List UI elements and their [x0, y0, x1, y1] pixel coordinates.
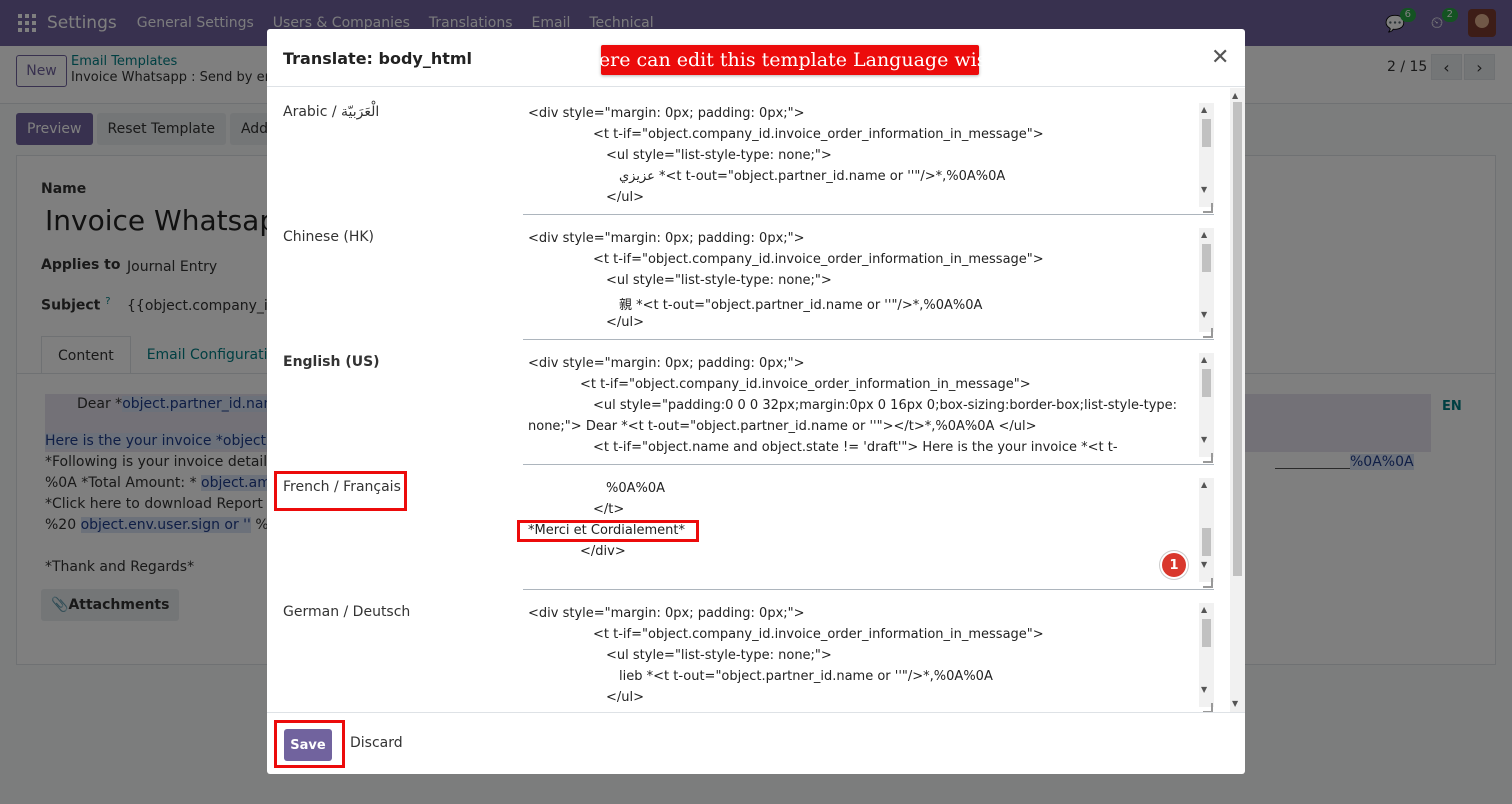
code-line: </div>: [580, 544, 626, 559]
translation-field-chinese-hk[interactable]: <div style="margin: 0px; padding: 0px;">…: [523, 228, 1214, 340]
code-line: عزيزي *<t t-out="object.partner_id.name …: [619, 169, 1006, 184]
translate-dialog: Translate: body_html Here can edit this …: [267, 29, 1245, 774]
field-scrollbar[interactable]: ▲ ▼: [1199, 353, 1214, 457]
resize-handle-icon[interactable]: [1203, 703, 1213, 712]
code-line: </ul>: [606, 690, 645, 705]
dialog-header: Translate: body_html Here can edit this …: [267, 29, 1245, 87]
code-line: <t t-if="object.name and object.state !=…: [593, 440, 1118, 455]
lang-label-english-us: English (US): [283, 354, 380, 370]
step-number-badge: 1: [1162, 553, 1186, 577]
field-scrollbar[interactable]: ▲ ▼: [1199, 228, 1214, 332]
lang-label-arabic: Arabic / الْعَرَبيّة: [283, 104, 380, 120]
field-scrollbar[interactable]: ▲ ▼: [1199, 103, 1214, 207]
dialog-footer: Save Discard: [267, 712, 1245, 774]
code-line: <t t-if="object.company_id.invoice_order…: [593, 252, 1044, 267]
save-button[interactable]: Save: [284, 729, 332, 761]
resize-handle-icon[interactable]: [1203, 453, 1213, 463]
resize-handle-icon[interactable]: [1203, 328, 1213, 338]
annotation-box-french-label: [274, 471, 407, 511]
dialog-scrollbar-thumb[interactable]: [1233, 102, 1242, 576]
annotation-box-french-text: [517, 520, 699, 542]
code-line: </ul>: [606, 315, 645, 330]
code-line: %0A%0A: [606, 481, 666, 496]
code-line: </t>: [593, 502, 625, 517]
lang-label-chinese-hk: Chinese (HK): [283, 229, 375, 245]
resize-handle-icon[interactable]: [1203, 203, 1213, 213]
translation-field-german[interactable]: <div style="margin: 0px; padding: 0px;">…: [523, 603, 1214, 712]
code-line: 親 *<t t-out="object.partner_id.name or '…: [619, 298, 983, 313]
code-line: <div style="margin: 0px; padding: 0px;">: [528, 606, 805, 621]
dialog-body: Arabic / الْعَرَبيّة <div style="margin:…: [267, 88, 1245, 712]
code-line: <ul style="list-style-type: none;">: [606, 648, 832, 663]
code-line: <div style="margin: 0px; padding: 0px;">: [528, 231, 805, 246]
code-line: <t t-if="object.company_id.invoice_order…: [593, 127, 1044, 142]
code-line: none;"> Dear *<t t-out="object.partner_i…: [528, 419, 1037, 434]
code-line: <div style="margin: 0px; padding: 0px;">: [528, 106, 805, 121]
dialog-title: Translate: body_html: [283, 49, 473, 68]
code-line: <div style="margin: 0px; padding: 0px;">: [528, 356, 805, 371]
translation-field-arabic[interactable]: <div style="margin: 0px; padding: 0px;">…: [523, 103, 1214, 215]
code-line: <ul style="list-style-type: none;">: [606, 148, 832, 163]
discard-button[interactable]: Discard: [350, 735, 403, 751]
code-line: lieb *<t t-out="object.partner_id.name o…: [619, 669, 993, 684]
annotation-callout: Here can edit this template Language wis…: [582, 45, 998, 75]
field-scrollbar[interactable]: ▲ ▼: [1199, 478, 1214, 582]
code-line: <ul style="list-style-type: none;">: [606, 273, 832, 288]
code-line: <t t-if="object.company_id.invoice_order…: [580, 377, 1031, 392]
code-line: <ul style="padding:0 0 0 32px;margin:0px…: [593, 398, 1178, 413]
translation-field-english-us[interactable]: <div style="margin: 0px; padding: 0px;">…: [523, 353, 1214, 465]
dialog-scrollbar[interactable]: ▲ ▼: [1230, 88, 1245, 712]
resize-handle-icon[interactable]: [1203, 578, 1213, 588]
code-line: <t t-if="object.company_id.invoice_order…: [593, 627, 1044, 642]
field-scrollbar[interactable]: ▲ ▼: [1199, 603, 1214, 707]
code-line: </ul>: [606, 190, 645, 205]
lang-label-german: German / Deutsch: [283, 604, 411, 620]
close-icon[interactable]: ✕: [1211, 47, 1229, 69]
